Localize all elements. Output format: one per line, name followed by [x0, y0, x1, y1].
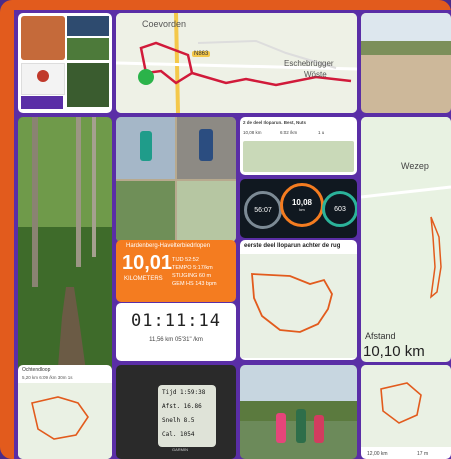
- collage-grid: Coevorden N863 Esche brügger Wöste 2 de …: [14, 10, 451, 459]
- tile-runner-collage[interactable]: [18, 13, 112, 113]
- runner-figure: [140, 131, 152, 161]
- activity-title: 2 de deel Iloparun. Best, Nuts: [243, 120, 307, 125]
- route-elevation: 17 m: [417, 451, 429, 457]
- watch-row-calories: Cal. 1054: [162, 431, 195, 438]
- map-thumb: [67, 63, 109, 107]
- tile-activity-rings[interactable]: 56:07 10,08 km 603: [240, 179, 357, 238]
- run-unit: KILOMETERS: [124, 276, 163, 282]
- run-stat-pace: TEMPO 5:17/km: [172, 265, 213, 271]
- tile-route-map-2[interactable]: 12,00 km 17 m: [361, 365, 451, 459]
- map-label-woste: Wöste: [304, 70, 327, 79]
- activity-time: 1 u: [318, 130, 325, 135]
- tile-photo-grid[interactable]: [116, 117, 236, 242]
- route-shape-svg: [240, 254, 357, 358]
- tile-run-time[interactable]: 01:11:14 11,56 km 05'31" /km: [116, 303, 236, 361]
- ring-calories: 603: [322, 191, 357, 227]
- ring-distance: 10,08 km: [280, 183, 324, 227]
- runner-photo: [21, 16, 65, 60]
- route-map-2-svg: [361, 365, 451, 447]
- tile-run-summary[interactable]: Hardenberg-Havelterbiedrlopen 10,01 KILO…: [116, 240, 236, 302]
- run-duration: 01:11:14: [131, 311, 221, 331]
- runner-figure: [314, 415, 324, 443]
- run-distance: 10,01: [122, 252, 173, 274]
- watch-row-distance: Afst. 16.86: [162, 403, 202, 410]
- activity-title: Ochtendloop: [22, 367, 51, 373]
- watch-row-speed: Snelh 8.5: [162, 417, 195, 424]
- activity-distance: 10,08 km: [243, 130, 262, 135]
- afstand-label: Afstand: [365, 331, 396, 341]
- run-distance-pace: 11,56 km 05'31" /km: [149, 337, 203, 343]
- map-label-brugger: brügger: [306, 59, 334, 68]
- tile-route-shape[interactable]: eerste deel Iloparun achter de rug: [240, 240, 357, 360]
- activity-map-thumb: [243, 141, 354, 172]
- ring-time: 56:07: [244, 191, 282, 229]
- watch-face: Tijd 1:59:38 Afst. 16.86 Snelh 8.5 Cal. …: [158, 385, 216, 447]
- run-title: Hardenberg-Havelterbiedrlopen: [126, 243, 211, 249]
- runner-figure: [199, 129, 213, 161]
- photo-dog-walk: [116, 181, 175, 242]
- map-label-esche: Esche: [284, 59, 307, 68]
- sky: [361, 13, 451, 43]
- run-stat-elevation: STIJGING 60 m: [172, 273, 212, 279]
- photo-runner-2: [177, 117, 236, 179]
- treeline: [361, 41, 451, 55]
- map-road-label: N863: [192, 51, 211, 57]
- tile-garmin-watch[interactable]: Tijd 1:59:38 Afst. 16.86 Snelh 8.5 Cal. …: [116, 365, 236, 459]
- medal-icon: [37, 70, 49, 82]
- watch-row-time: Tijd 1:59:38: [162, 389, 206, 396]
- tile-ochtendloop[interactable]: Ochtendloop 5,20 km 6:09 /km 30m 1s: [18, 365, 112, 459]
- medal-card: [21, 63, 65, 95]
- trail-thumb: [67, 38, 109, 60]
- tile-afstand-map[interactable]: Wezep Afstand 10,10 km: [361, 117, 451, 362]
- watch-brand: GARMIN: [172, 447, 188, 452]
- tile-group-run-photo[interactable]: [240, 365, 357, 459]
- map-label-wezep: Wezep: [401, 161, 429, 171]
- activity-stats: 5,20 km 6:09 /km 30m 1s: [22, 375, 73, 380]
- event-banner: [67, 16, 109, 36]
- run-stat-heartrate: GEM HS 143 bpm: [172, 281, 217, 287]
- tile-route-map[interactable]: Coevorden N863 Esche brügger Wöste: [116, 13, 357, 113]
- afstand-value: 10,10 km: [363, 343, 425, 360]
- route-distance: 12,00 km: [367, 451, 388, 457]
- photo-runner-1: [116, 117, 175, 179]
- ochtendloop-map-svg: [18, 383, 112, 459]
- stats-strip: [21, 96, 63, 109]
- tile-landscape-photo[interactable]: [361, 13, 451, 113]
- route-title: eerste deel Iloparun achter de rug: [244, 243, 341, 249]
- run-stats: TIJD 52:52 TEMPO 5:17/km STIJGING 60 m G…: [172, 256, 217, 288]
- runner-figure: [276, 413, 286, 443]
- afstand-map-svg: [361, 117, 451, 327]
- runner-figure: [296, 409, 306, 443]
- run-stat-time: TIJD 52:52: [172, 257, 199, 263]
- start-marker-icon: [138, 69, 154, 85]
- map-label-coevorden: Coevorden: [142, 19, 187, 29]
- tile-activity-stats[interactable]: 2 de deel Iloparun. Best, Nuts 10,08 km …: [240, 117, 357, 175]
- photo-group: [177, 181, 236, 242]
- activity-pace: 6:02 /km: [280, 130, 298, 135]
- sky: [240, 365, 357, 405]
